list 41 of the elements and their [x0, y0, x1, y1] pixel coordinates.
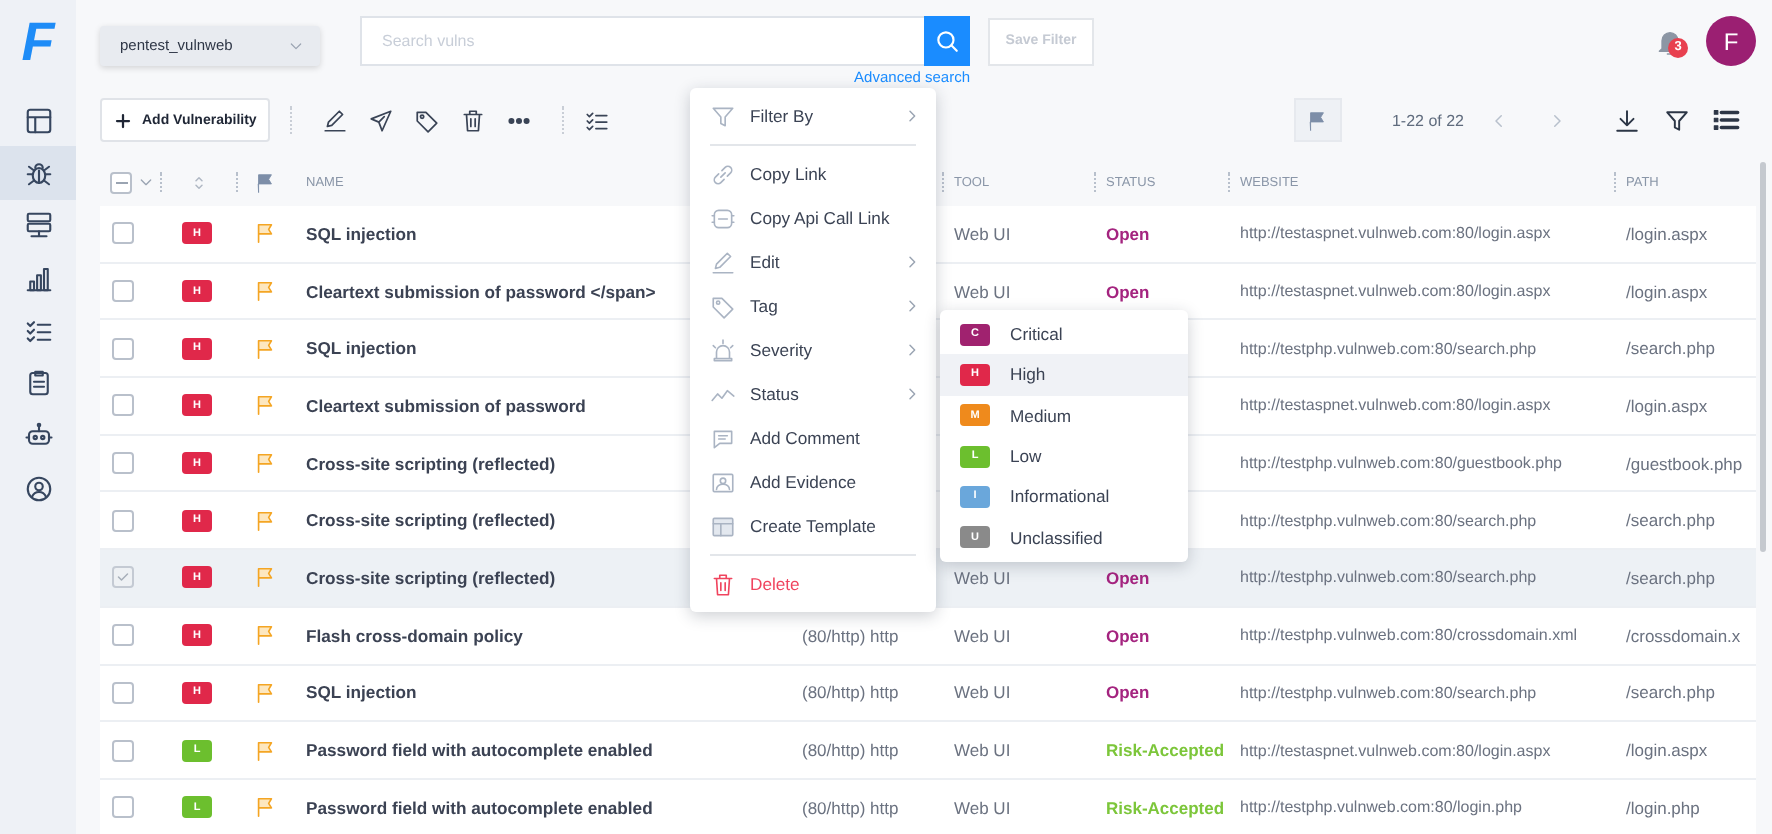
table-cell: (80/http) http — [802, 797, 899, 818]
pagination-text: 1-22 of 22 — [1391, 111, 1464, 129]
table-cell: /search.php — [1626, 338, 1715, 359]
table-cell: Web UI — [954, 625, 1011, 646]
table-cell: (80/http) http — [802, 625, 899, 646]
status-text: Open — [1106, 625, 1150, 646]
table-cell: /search.php — [1626, 682, 1715, 703]
table-cell: http://testphp.vulnweb.com:80/search.php — [1240, 511, 1537, 530]
table-cell: /login.aspx — [1626, 395, 1708, 416]
table-cell: http://testaspnet.vulnweb.com:80/login.aspx — [1240, 282, 1551, 301]
table-cell: /login.aspx — [1626, 223, 1708, 244]
table-cell: Web UI — [954, 567, 1011, 588]
table-cell: /search.php — [1626, 567, 1715, 588]
table-cell: http://testaspnet.vulnweb.com:80/login.aspx — [1240, 741, 1551, 760]
table-cell: /guestbook.php — [1626, 453, 1743, 474]
table-cell: http://testphp.vulnweb.com:80/login.php — [1240, 798, 1522, 817]
status-text: Open — [1106, 567, 1150, 588]
table-cell: Web UI — [954, 281, 1011, 302]
table-cell: (80/http) http — [802, 740, 899, 761]
table-cell: http://testphp.vulnweb.com:80/search.php — [1240, 568, 1537, 587]
status-text: Open — [1106, 281, 1150, 302]
table-cell: http://testaspnet.vulnweb.com:80/login.aspx — [1240, 396, 1551, 415]
table-cell: http://testphp.vulnweb.com:80/search.php — [1240, 683, 1537, 702]
table-cell: http://testphp.vulnweb.com:80/crossdomain.xml — [1240, 626, 1578, 645]
table-cell: http://testaspnet.vulnweb.com:80/login.aspx — [1240, 224, 1551, 243]
table-cell: Web UI — [954, 682, 1011, 703]
table-cell: /login.aspx — [1626, 281, 1708, 302]
status-text: Risk-Accepted — [1106, 797, 1225, 818]
table-cell: /search.php — [1626, 510, 1715, 531]
table-cell: /crossdomain.x — [1626, 625, 1741, 646]
table-cell: (80/http) http — [802, 682, 899, 703]
table-cell: Web UI — [954, 740, 1011, 761]
table-cell: http://testphp.vulnweb.com:80/guestbook.php — [1240, 454, 1562, 473]
table-cell: Web UI — [954, 223, 1011, 244]
status-text: Open — [1106, 223, 1150, 244]
table-cell: /login.php — [1626, 797, 1700, 818]
status-text: Risk-Accepted — [1106, 740, 1225, 761]
table-cell: Web UI — [954, 797, 1011, 818]
table-cell: http://testphp.vulnweb.com:80/search.php — [1240, 339, 1537, 358]
table-cell: /login.aspx — [1626, 740, 1708, 761]
status-text: Open — [1106, 682, 1150, 703]
